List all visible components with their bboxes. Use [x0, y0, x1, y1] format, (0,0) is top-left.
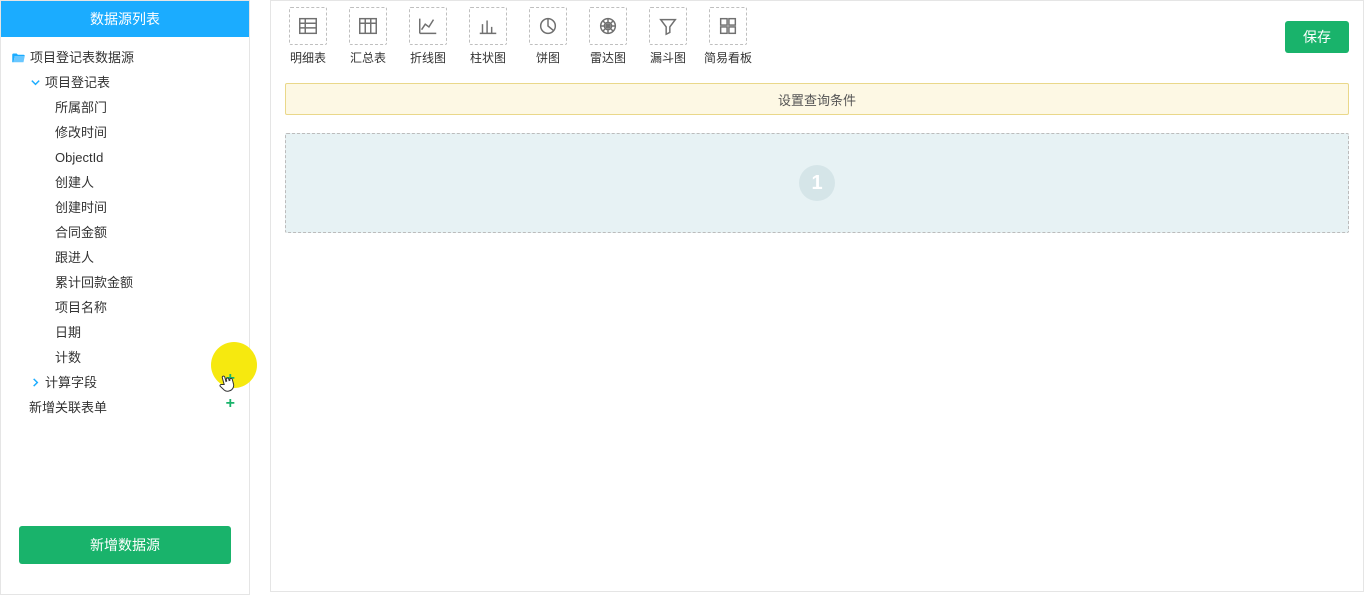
kanban-icon: [709, 7, 747, 45]
query-bar-label: 设置查询条件: [778, 90, 856, 109]
sidebar-title: 数据源列表: [1, 1, 249, 37]
field-item[interactable]: 所属部门: [9, 95, 249, 120]
chart-label: 雷达图: [590, 49, 626, 66]
design-canvas: 设置查询条件 1: [271, 69, 1363, 591]
dropzone-1[interactable]: 1: [285, 133, 1349, 233]
add-datasource-button[interactable]: 新增数据源: [19, 526, 231, 564]
folder-open-icon: [11, 51, 26, 64]
chevron-down-icon: [29, 77, 41, 89]
field-item[interactable]: ObjectId: [9, 145, 249, 170]
tree-table-label: 项目登记表: [45, 73, 110, 92]
chevron-right-icon: [29, 377, 41, 389]
chart-label: 明细表: [290, 49, 326, 66]
main-panel: 明细表 汇总表 折线图 柱状图 饼图 雷达图: [270, 0, 1364, 592]
field-item[interactable]: 合同金额: [9, 220, 249, 245]
tree-root[interactable]: 项目登记表数据源: [9, 45, 249, 70]
bar-chart-icon: [469, 7, 507, 45]
chart-type-summary[interactable]: 汇总表: [343, 7, 393, 66]
chart-toolbar: 明细表 汇总表 折线图 柱状图 饼图 雷达图: [271, 1, 1363, 69]
funnel-chart-icon: [649, 7, 687, 45]
field-item[interactable]: 日期: [9, 320, 249, 345]
chart-type-line[interactable]: 折线图: [403, 7, 453, 66]
field-item[interactable]: 修改时间: [9, 120, 249, 145]
chart-type-radar[interactable]: 雷达图: [583, 7, 633, 66]
chart-type-funnel[interactable]: 漏斗图: [643, 7, 693, 66]
tree-root-label: 项目登记表数据源: [30, 48, 134, 67]
field-item[interactable]: 项目名称: [9, 295, 249, 320]
tree-add-related-form[interactable]: 新增关联表单 +: [9, 395, 249, 420]
line-chart-icon: [409, 7, 447, 45]
chart-label: 柱状图: [470, 49, 506, 66]
add-related-form-icon[interactable]: +: [226, 397, 235, 411]
chart-label: 汇总表: [350, 49, 386, 66]
tree-add-form-label: 新增关联表单: [29, 400, 107, 415]
datasource-tree: 项目登记表数据源 项目登记表 所属部门 修改时间 ObjectId 创建人 创建…: [1, 37, 249, 526]
chart-label: 简易看板: [704, 49, 752, 66]
field-item[interactable]: 创建人: [9, 170, 249, 195]
chart-type-bar[interactable]: 柱状图: [463, 7, 513, 66]
chart-label: 折线图: [410, 49, 446, 66]
tree-table[interactable]: 项目登记表: [9, 70, 249, 95]
save-button[interactable]: 保存: [1285, 21, 1349, 53]
field-item[interactable]: 跟进人: [9, 245, 249, 270]
tree-calc-label: 计算字段: [45, 373, 97, 392]
query-condition-bar[interactable]: 设置查询条件: [285, 83, 1349, 115]
chart-type-pie[interactable]: 饼图: [523, 7, 573, 66]
chart-type-kanban[interactable]: 简易看板: [703, 7, 753, 66]
field-item[interactable]: 创建时间: [9, 195, 249, 220]
pie-chart-icon: [529, 7, 567, 45]
tree-calc-field[interactable]: 计算字段 +: [9, 370, 249, 395]
chart-label: 饼图: [536, 49, 560, 66]
dropzone-number-badge: 1: [799, 165, 835, 201]
sidebar-footer: 新增数据源: [1, 526, 249, 594]
field-item[interactable]: 累计回款金额: [9, 270, 249, 295]
chart-type-detail[interactable]: 明细表: [283, 7, 333, 66]
chart-type-buttons: 明细表 汇总表 折线图 柱状图 饼图 雷达图: [283, 7, 753, 66]
table-detail-icon: [289, 7, 327, 45]
sidebar: 数据源列表 项目登记表数据源 项目登记表 所属部门 修改时间 ObjectId …: [0, 0, 250, 595]
chart-label: 漏斗图: [650, 49, 686, 66]
table-summary-icon: [349, 7, 387, 45]
radar-chart-icon: [589, 7, 627, 45]
